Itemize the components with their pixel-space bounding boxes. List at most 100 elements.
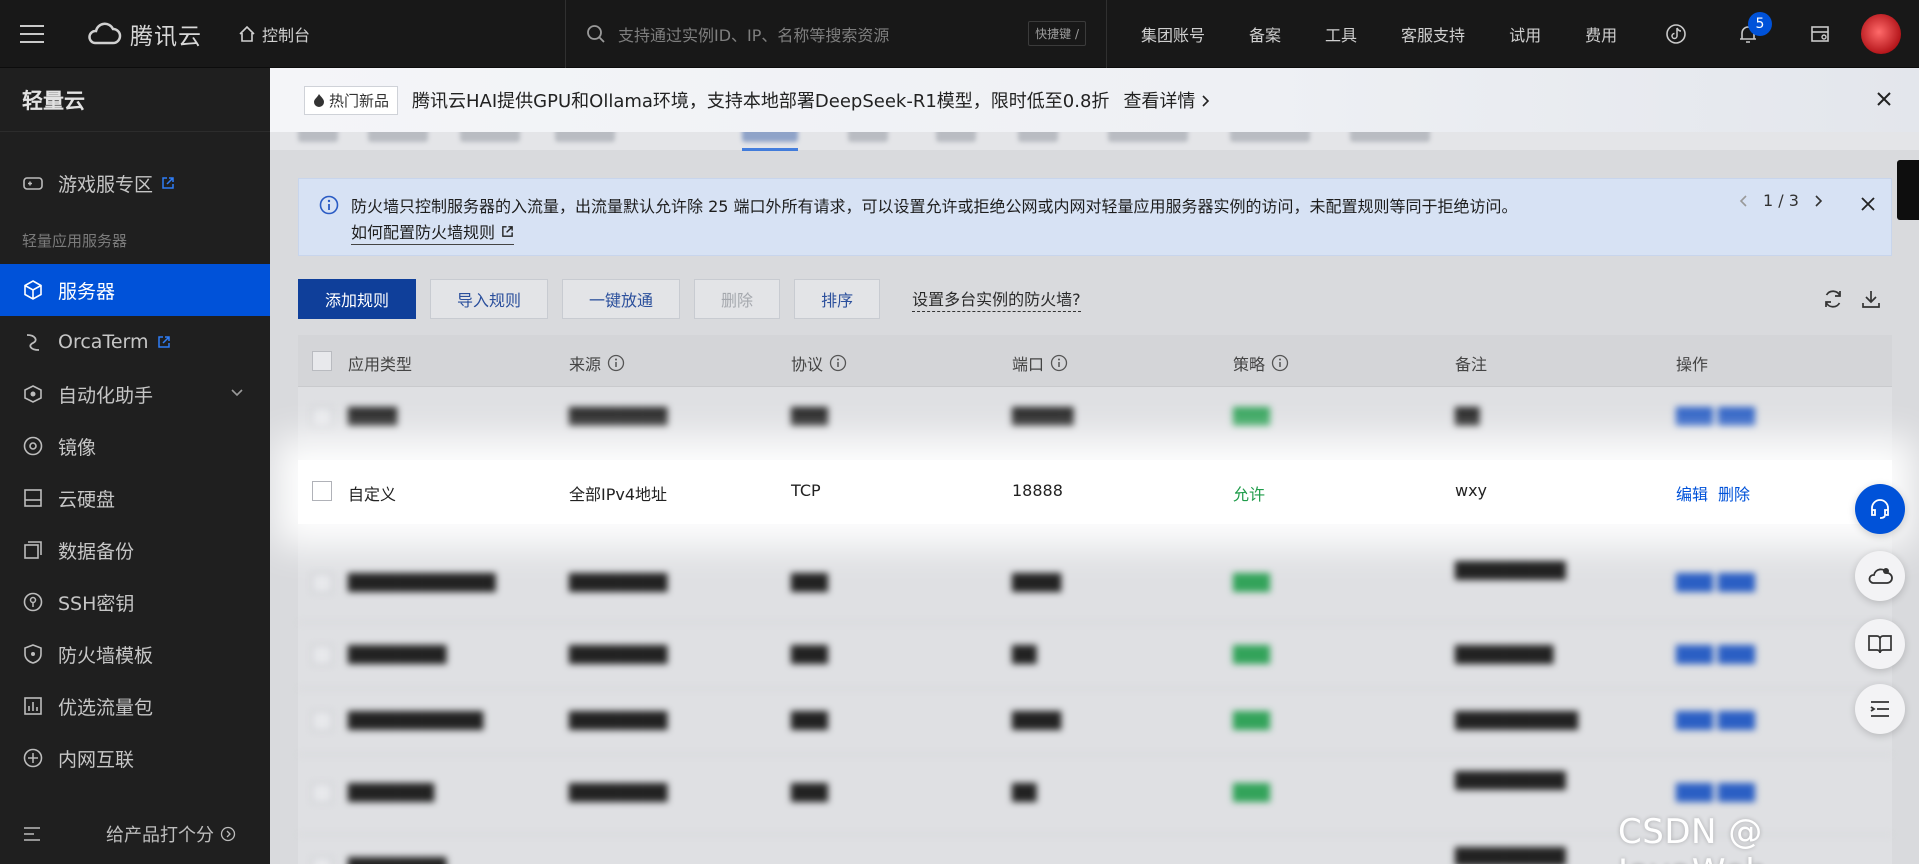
flame-icon [314,94,324,107]
row-checkbox[interactable] [312,645,332,665]
blurred-cell: ████████ [348,645,447,664]
top-link-tools[interactable]: 工具 [1325,22,1357,46]
cloud-assistant-button[interactable] [1855,551,1905,601]
shield-icon [22,643,44,665]
billing-icon[interactable] [1800,14,1840,54]
blurred-cell: ████████ [348,857,446,864]
global-search-input[interactable]: 支持通过实例ID、IP、名称等搜索资源 快捷键 / [565,0,1107,68]
header-label: 应用类型 [348,355,413,374]
sidebar-item-label: 优选流量包 [58,696,154,719]
header-policy: 策略 [1233,351,1289,375]
rate-product-link[interactable]: 给产品打个分 [106,821,236,847]
hot-tag-label: 热门新品 [329,91,390,110]
blurred-cell: ███ ███ [1676,645,1755,664]
brand-logo[interactable]: 腾讯云 [86,0,202,68]
sidebar-item-image[interactable]: 镜像 [0,420,270,472]
backup-icon [22,539,44,561]
delete-button[interactable]: 删除 [694,279,781,319]
user-avatar[interactable] [1861,14,1901,54]
download-icon[interactable] [1860,288,1882,310]
customer-service-button[interactable] [1855,484,1905,534]
open-all-button[interactable]: 一键放通 [562,279,681,319]
how-to-configure-link[interactable]: 如何配置防火墙规则 [351,219,515,245]
chevron-left-icon[interactable] [1739,194,1749,208]
sidebar-item-cloud-disk[interactable]: 云硬盘 [0,472,270,524]
side-handle[interactable] [1897,160,1919,220]
sidebar-item-intranet[interactable]: 内网互联 [0,732,270,784]
header-label: 协议 [791,355,824,374]
sort-button[interactable]: 排序 [794,279,881,319]
header-source: 来源 [569,351,625,375]
blurred-cell: ████████ [569,573,668,592]
row-checkbox[interactable] [312,783,332,803]
table-header: 应用类型 来源 协议 端口 策略 备注 操作 [298,335,1892,387]
row-checkbox[interactable] [312,407,332,427]
delete-link[interactable]: 删除 [1718,481,1750,505]
sidebar-item-automation[interactable]: 自动化助手 [0,368,270,420]
blurred-cell: ███ ███ [1676,783,1755,802]
sidebar-item-game-server[interactable]: 游戏服专区 [0,157,270,209]
outline-button[interactable] [1855,684,1905,734]
collapse-menu-icon[interactable] [22,826,42,842]
top-link-filing[interactable]: 备案 [1249,22,1281,46]
blurred-cell: ███ [791,783,828,802]
sidebar-item-server[interactable]: 服务器 [0,264,270,316]
top-link-trial[interactable]: 试用 [1509,22,1541,46]
sidebar-item-orcaterm[interactable]: OrcaTerm [0,316,270,368]
info-icon[interactable] [1050,354,1068,372]
blurred-cell: ████████ [569,645,668,664]
disk-icon [22,487,44,509]
header-action: 操作 [1676,351,1708,375]
blurred-cell: ████████ [569,407,668,426]
row-checkbox[interactable] [312,711,332,731]
docs-button[interactable] [1855,619,1905,669]
blurred-cell: ████████████ [348,573,496,592]
info-icon[interactable] [829,354,847,372]
sidebar-item-traffic-package[interactable]: 优选流量包 [0,680,270,732]
chevron-right-icon[interactable] [1813,194,1823,208]
promo-banner: 热门新品 腾讯云HAI提供GPU和Ollama环境，支持本地部署DeepSeek… [270,68,1919,132]
sidebar-item-firewall-template[interactable]: 防火墙模板 [0,628,270,680]
blurred-cell: ████ [1012,573,1062,592]
blurred-cell: █████████ [1455,561,1566,580]
console-link[interactable]: 控制台 [238,22,310,46]
select-all-checkbox[interactable] [312,351,332,371]
info-icon[interactable] [1271,354,1289,372]
sidebar-item-label: 自动化助手 [58,384,154,407]
info-icon[interactable] [607,354,625,372]
edit-link[interactable]: 编辑 [1676,481,1708,505]
sidebar-group-label: 轻量应用服务器 [22,232,128,250]
sidebar-item-backup[interactable]: 数据备份 [0,524,270,576]
blurred-cell: ███ [1233,407,1270,426]
add-rule-button[interactable]: 添加规则 [298,279,417,319]
sidebar-item-label: SSH密钥 [58,592,135,615]
cell-protocol: TCP [791,481,821,500]
blurred-cell: ███ [1233,711,1270,730]
sidebar-footer: 给产品打个分 [0,804,270,864]
top-link-billing[interactable]: 费用 [1585,22,1617,46]
menu-icon[interactable] [0,0,64,68]
import-rule-button[interactable]: 导入规则 [430,279,549,319]
tiktok-icon[interactable] [1656,14,1696,54]
promo-detail-link[interactable]: 查看详情 [1123,87,1211,113]
sidebar-item-ssh-key[interactable]: SSH密钥 [0,576,270,628]
bell-icon[interactable]: 5 [1728,12,1772,54]
refresh-icon[interactable] [1822,288,1844,310]
sidebar-item-label: 镜像 [58,436,97,459]
list-icon [1870,701,1889,717]
row-checkbox[interactable] [312,573,332,593]
promo-text: 腾讯云HAI提供GPU和Ollama环境，支持本地部署DeepSeek-R1模型… [412,91,1110,112]
top-link-group-account[interactable]: 集团账号 [1141,22,1205,46]
top-link-support[interactable]: 客服支持 [1401,22,1465,46]
sidebar-item-label: 游戏服专区 [58,173,154,196]
close-icon[interactable] [1859,195,1877,213]
header-label: 备注 [1455,355,1488,374]
row-checkbox[interactable] [312,481,332,501]
row-checkbox[interactable] [312,857,332,864]
sidebar-item-label: 服务器 [58,280,116,303]
header-port: 端口 [1012,351,1068,375]
blurred-cell: █████████ [1455,847,1566,864]
multi-instance-firewall-link[interactable]: 设置多台实例的防火墙? [912,286,1081,312]
close-icon[interactable] [1873,88,1895,110]
firewall-notice: 防火墙只控制服务器的入流量，出流量默认允许除 25 端口外所有请求，可以设置允许… [298,178,1892,256]
